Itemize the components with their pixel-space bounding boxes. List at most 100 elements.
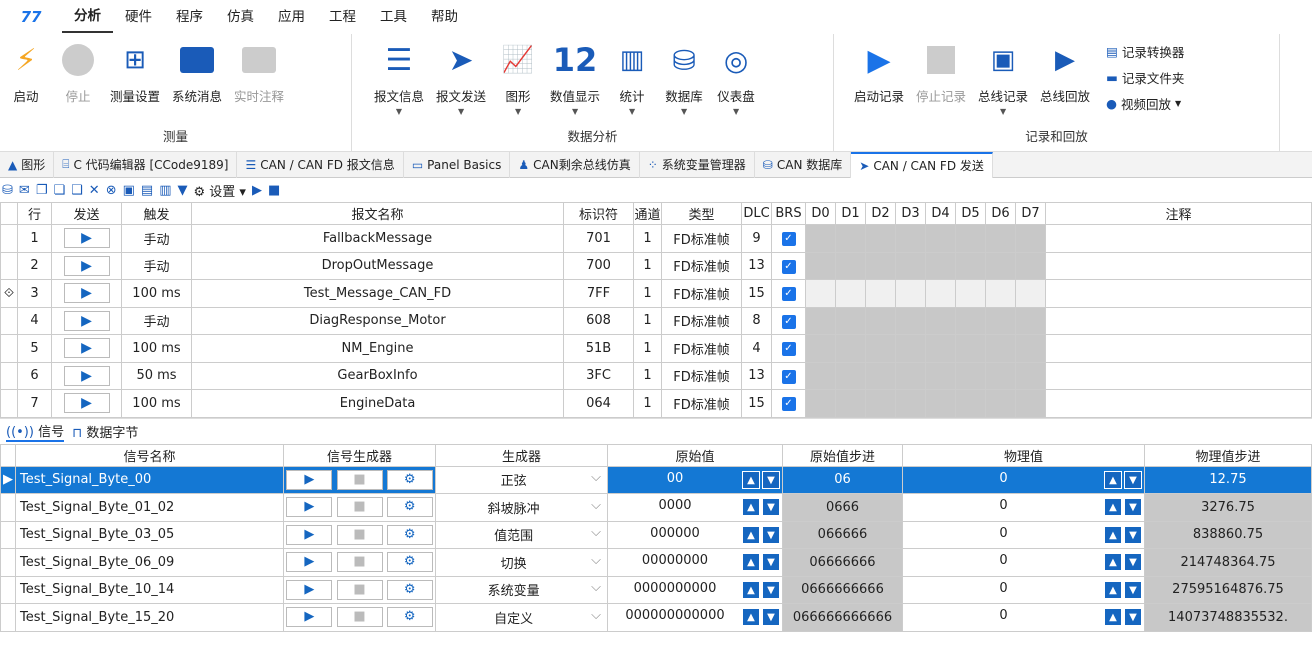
gear-icon[interactable]: ⚙ — [386, 552, 433, 573]
down-icon[interactable]: ▼ — [1124, 580, 1142, 599]
data-byte-cell[interactable] — [925, 389, 956, 418]
gear-icon[interactable]: ⚙ — [386, 469, 433, 490]
data-byte-cell[interactable] — [835, 361, 866, 390]
data-byte-cell[interactable] — [1015, 251, 1046, 280]
delete-icon[interactable]: ✕ — [89, 183, 100, 198]
generator-select[interactable]: 切换 ⌵ — [435, 548, 608, 577]
data-byte-cell[interactable] — [865, 334, 896, 363]
table-row[interactable]: Test_Signal_Byte_03_05 ▶ ■ ⚙ 值范围 ⌵ 000000 ▲ ▼ 0… — [0, 520, 1312, 549]
graph-button[interactable]: 📈 图形 ▼ — [492, 40, 544, 116]
up-icon[interactable]: ▲ — [1104, 553, 1122, 572]
table-row[interactable]: Test_Signal_Byte_01_02 ▶ ■ ⚙ 斜坡脉冲 ⌵ 0000 ▲ ▼ 06… — [0, 493, 1312, 522]
up-icon[interactable]: ▲ — [742, 525, 760, 544]
down-icon[interactable]: ▼ — [762, 470, 780, 489]
send-play-button[interactable]: ▶ — [63, 365, 110, 386]
down-icon[interactable]: ▼ — [1124, 498, 1142, 517]
phys-step-cell[interactable]: 214748364.75 — [1144, 548, 1312, 577]
data-byte-cell[interactable] — [865, 224, 896, 253]
data-byte-cell[interactable] — [865, 279, 896, 308]
data-byte-cell[interactable] — [1015, 279, 1046, 308]
up-icon[interactable]: ▲ — [1104, 470, 1122, 489]
up-icon[interactable]: ▲ — [1104, 498, 1122, 517]
brs-checkbox[interactable]: ✓ — [781, 397, 796, 412]
brs-checkbox[interactable]: ✓ — [781, 369, 796, 384]
play-icon[interactable]: ▶ — [286, 497, 333, 518]
send-play-button[interactable]: ▶ — [63, 255, 110, 276]
play-icon[interactable]: ▶ — [286, 579, 333, 600]
measure-setup-button[interactable]: ⊞ 测量设置 — [104, 40, 166, 105]
database-button[interactable]: ⛁ 数据库 ▼ — [658, 40, 710, 117]
save-as-icon[interactable]: ▤ — [141, 183, 153, 198]
data-byte-cell[interactable] — [925, 224, 956, 253]
brs-checkbox[interactable]: ✓ — [781, 259, 796, 274]
data-byte-cell[interactable] — [925, 361, 956, 390]
data-byte-cell[interactable] — [805, 306, 836, 335]
raw-step-cell[interactable]: 0666666666 — [782, 575, 903, 604]
comment-cell[interactable] — [1045, 251, 1312, 280]
raw-step-cell[interactable]: 06666666 — [782, 548, 903, 577]
stop-icon[interactable]: ■ — [336, 469, 383, 490]
send-play-button[interactable]: ▶ — [63, 283, 110, 304]
system-message-button[interactable]: 系统消息 — [166, 40, 228, 105]
data-byte-cell[interactable] — [1015, 334, 1046, 363]
phys-step-cell[interactable]: 12.75 — [1144, 465, 1312, 494]
data-byte-cell[interactable] — [895, 279, 926, 308]
data-byte-cell[interactable] — [955, 279, 986, 308]
data-byte-cell[interactable] — [835, 306, 866, 335]
statistics-button[interactable]: ▥ 统计 ▼ — [606, 40, 658, 116]
record-folder-button[interactable]: ▬ 记录文件夹 — [1106, 66, 1184, 88]
menu-hardware[interactable]: 硬件 — [113, 0, 164, 34]
up-icon[interactable]: ▲ — [1104, 525, 1122, 544]
save-icon[interactable]: ▣ — [123, 183, 135, 198]
send-play-button[interactable]: ▶ — [63, 338, 110, 359]
raw-step-cell[interactable]: 066666666666 — [782, 603, 903, 632]
data-byte-cell[interactable] — [805, 251, 836, 280]
menu-help[interactable]: 帮助 — [419, 0, 470, 34]
data-byte-cell[interactable] — [895, 334, 926, 363]
data-byte-cell[interactable] — [865, 306, 896, 335]
msg-info-button[interactable]: ☰ 报文信息 ▼ — [368, 40, 430, 117]
copy-icon[interactable]: ❐ — [36, 183, 48, 198]
comment-cell[interactable] — [1045, 389, 1312, 418]
stop-button[interactable]: 停止 — [52, 40, 104, 105]
tab-graph[interactable]: ▲ 图形 — [0, 151, 55, 178]
tab-panel-basics[interactable]: ▭ Panel Basics — [404, 151, 511, 178]
data-byte-cell[interactable] — [985, 251, 1016, 280]
menu-simulation[interactable]: 仿真 — [215, 0, 266, 34]
clear-icon[interactable]: ⊗ — [106, 183, 117, 198]
data-byte-cell[interactable] — [985, 389, 1016, 418]
comment-cell[interactable] — [1045, 279, 1312, 308]
data-byte-cell[interactable] — [835, 389, 866, 418]
data-byte-cell[interactable] — [895, 224, 926, 253]
down-icon[interactable]: ▼ — [762, 525, 780, 544]
open-icon[interactable]: ▥ — [159, 183, 171, 198]
brs-checkbox[interactable]: ✓ — [781, 232, 796, 247]
send-play-button[interactable]: ▶ — [63, 310, 110, 331]
generator-select[interactable]: 正弦 ⌵ — [435, 465, 608, 494]
tab-sysvar[interactable]: ⁘ 系统变量管理器 — [640, 151, 755, 178]
stop-icon[interactable]: ■ — [336, 552, 383, 573]
raw-step-cell[interactable]: 066666 — [782, 520, 903, 549]
data-byte-cell[interactable] — [985, 224, 1016, 253]
brs-checkbox[interactable]: ✓ — [781, 314, 796, 329]
raw-step-cell[interactable]: 0666 — [782, 493, 903, 522]
up-icon[interactable]: ▲ — [742, 470, 760, 489]
record-converter-button[interactable]: ▤ 记录转换器 — [1106, 40, 1184, 62]
data-byte-cell[interactable] — [955, 334, 986, 363]
table-row[interactable]: 5 ▶ 100 ms NM_Engine 51B 1 FD标准帧 4 ✓ — [0, 334, 1312, 363]
data-byte-cell[interactable] — [925, 334, 956, 363]
data-byte-cell[interactable] — [925, 306, 956, 335]
data-byte-cell[interactable] — [955, 224, 986, 253]
up-icon[interactable]: ▲ — [742, 498, 760, 517]
phys-step-cell[interactable]: 838860.75 — [1144, 520, 1312, 549]
play-icon[interactable]: ▶ — [286, 552, 333, 573]
numeric-display-button[interactable]: 12 数值显示 ▼ — [544, 40, 606, 116]
paste-icon[interactable]: ❏ — [53, 183, 65, 198]
tab-can-send[interactable]: ➤ CAN / CAN FD 发送 — [851, 151, 993, 178]
menu-analysis[interactable]: 分析 — [62, 1, 113, 33]
table-row[interactable]: Test_Signal_Byte_15_20 ▶ ■ ⚙ 自定义 ⌵ 000000000… — [0, 603, 1312, 632]
stop-icon[interactable]: ■ — [336, 497, 383, 518]
data-byte-cell[interactable] — [955, 251, 986, 280]
down-icon[interactable]: ▼ — [762, 498, 780, 517]
comment-cell[interactable] — [1045, 334, 1312, 363]
